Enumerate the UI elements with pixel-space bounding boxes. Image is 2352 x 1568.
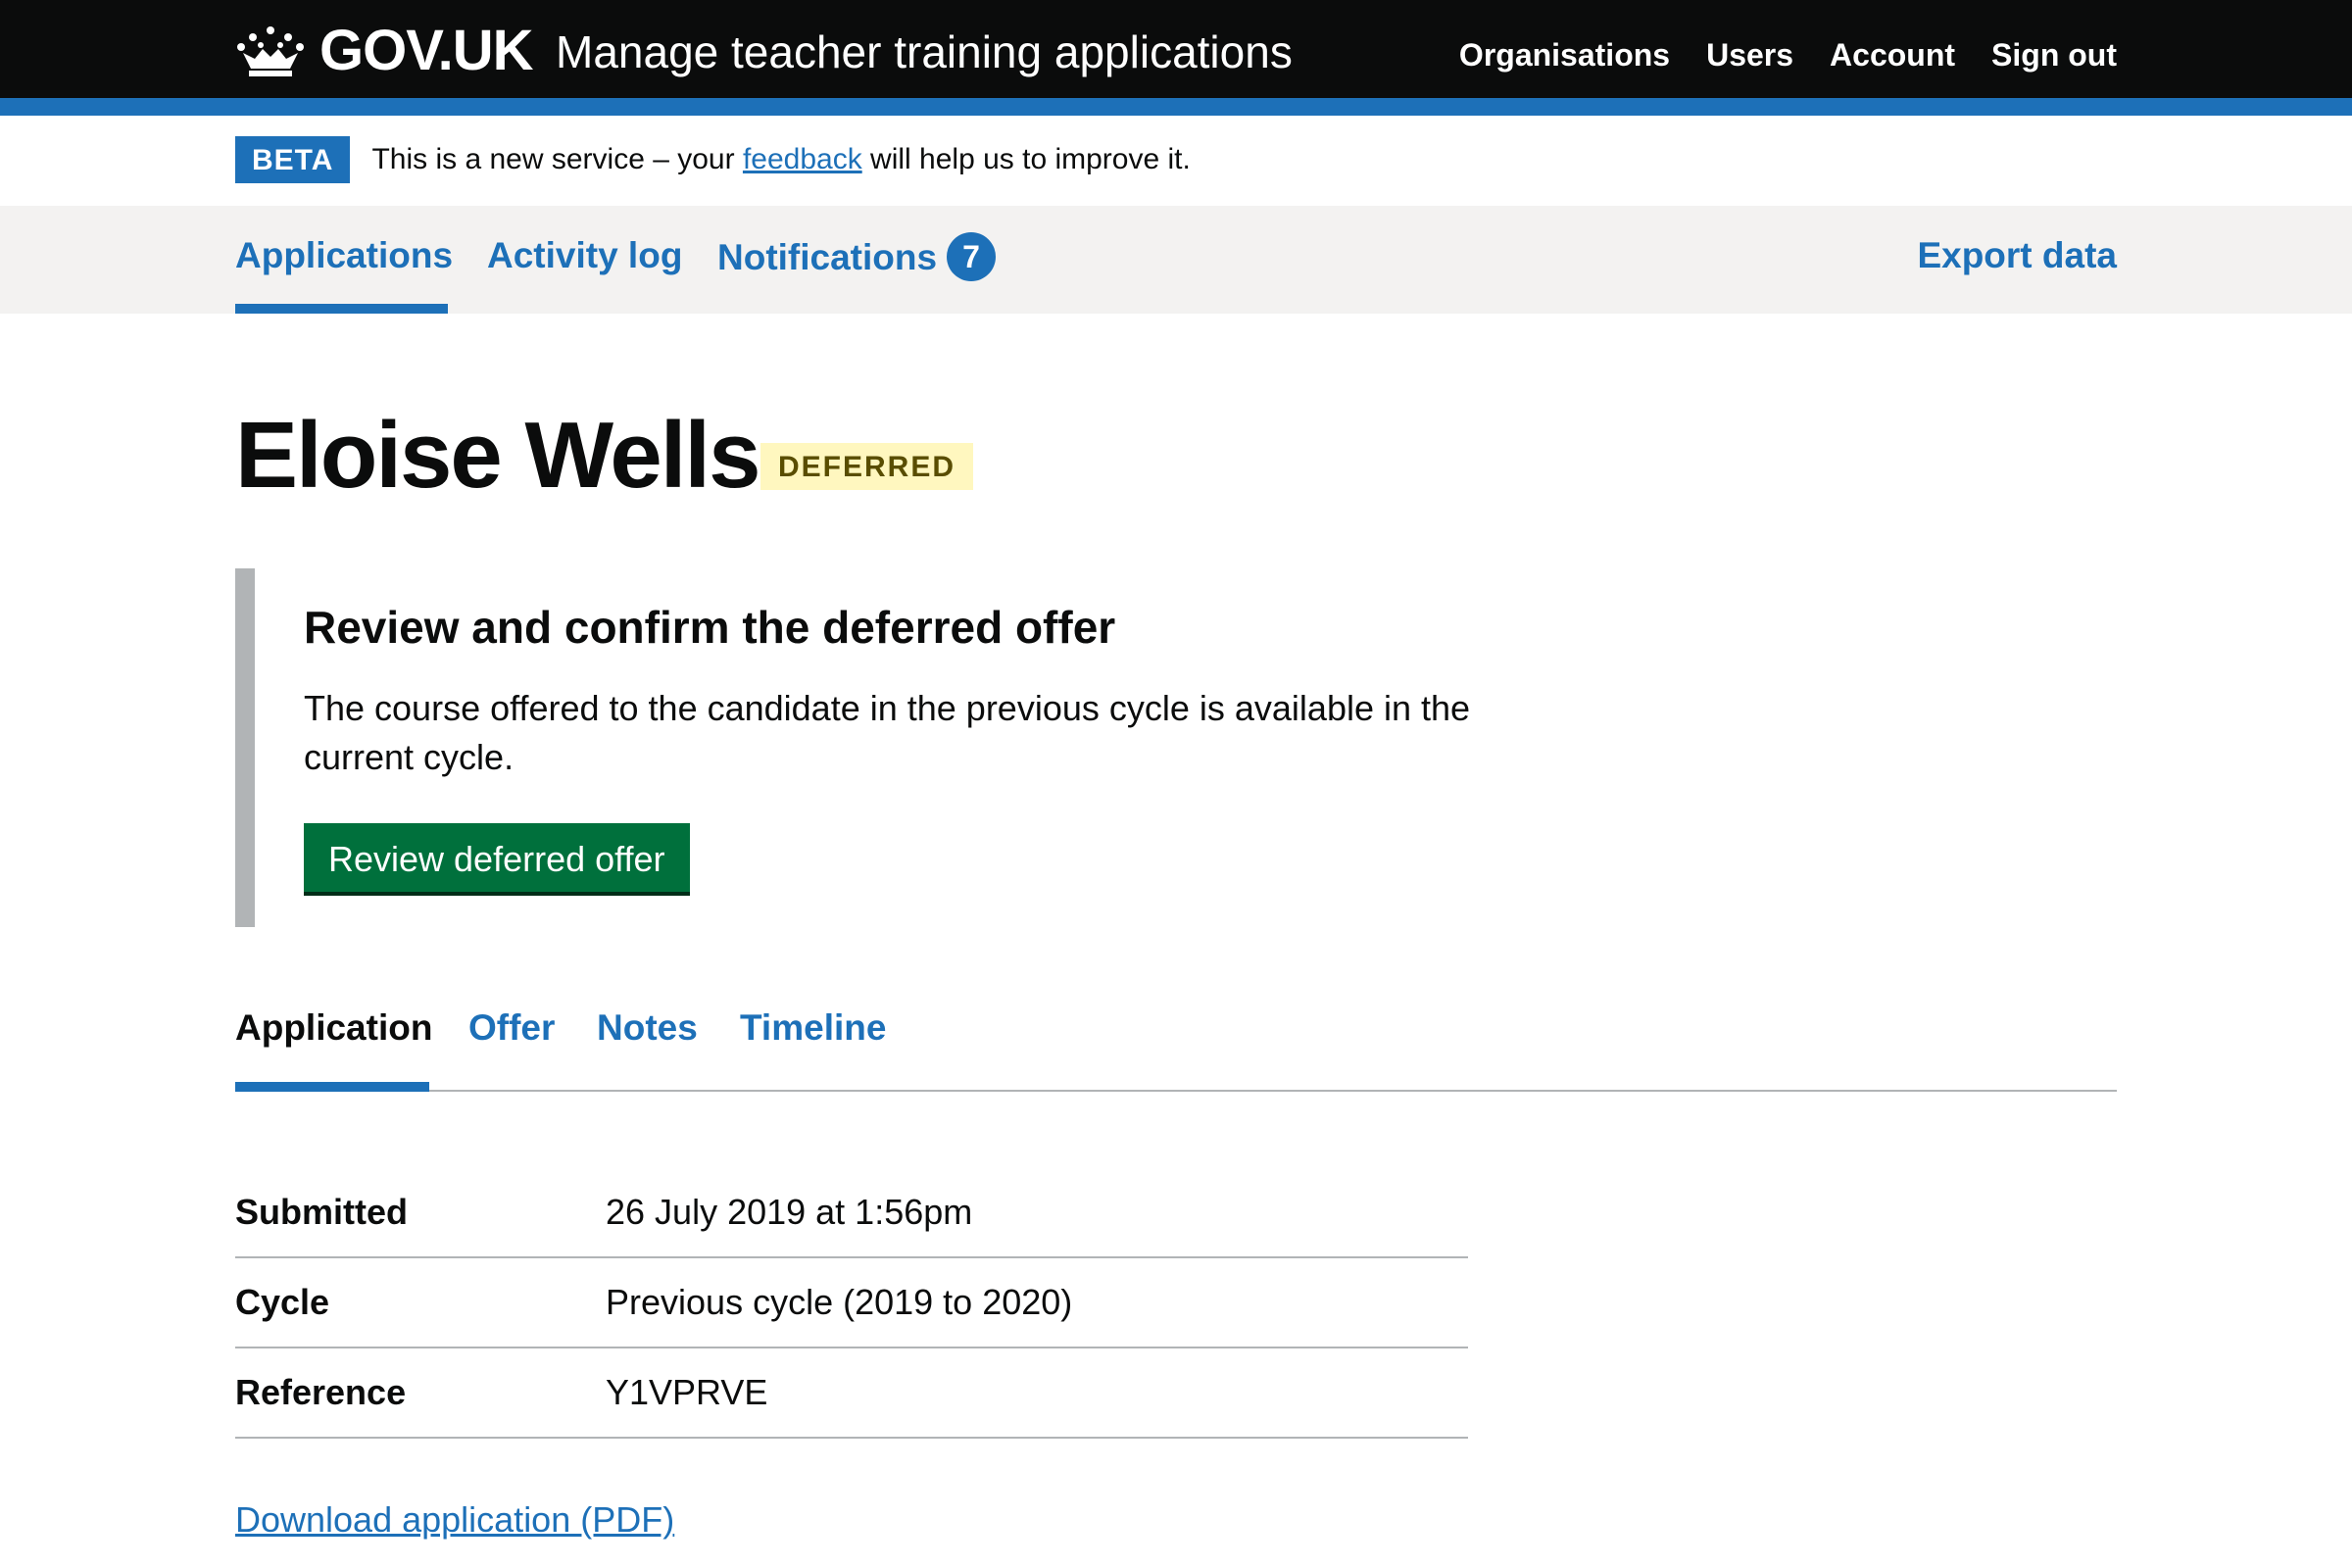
summary-row-cycle: Cycle Previous cycle (2019 to 2020) <box>235 1258 1468 1348</box>
status-badge: DEFERRED <box>760 443 974 490</box>
notification-count-badge: 7 <box>947 232 997 281</box>
inset-body: The course offered to the candidate in t… <box>304 688 1471 777</box>
subnav-applications[interactable]: Applications <box>235 235 453 276</box>
tab-offer[interactable]: Offer <box>468 1007 555 1049</box>
application-summary: Submitted 26 July 2019 at 1:56pm Cycle P… <box>235 1168 1468 1439</box>
application-tabs: Application Offer Notes Timeline <box>235 1007 2117 1092</box>
summary-value: Previous cycle (2019 to 2020) <box>606 1282 1073 1322</box>
subnav-active-indicator <box>235 304 448 314</box>
review-deferred-offer-button[interactable]: Review deferred offer <box>304 823 690 892</box>
phase-text: This is a new service – your feedback wi… <box>371 143 1191 175</box>
nav-users[interactable]: Users <box>1706 37 1793 74</box>
subnav-notifications[interactable]: Notifications 7 <box>717 232 997 284</box>
tab-timeline[interactable]: Timeline <box>740 1007 886 1049</box>
inset-heading: Review and confirm the deferred offer <box>304 602 1116 653</box>
logo-text: GOV.UK <box>319 19 533 82</box>
page-title: Eloise Wells <box>235 403 760 508</box>
nav-sign-out[interactable]: Sign out <box>1991 37 2117 74</box>
header-blue-bar <box>0 98 2352 116</box>
deferred-offer-inset: Review and confirm the deferred offer Th… <box>235 568 1470 927</box>
nav-account[interactable]: Account <box>1830 37 1955 74</box>
tab-notes[interactable]: Notes <box>597 1007 698 1049</box>
download-pdf-link[interactable]: Download application (PDF) <box>235 1499 674 1541</box>
summary-row-submitted: Submitted 26 July 2019 at 1:56pm <box>235 1168 1468 1258</box>
beta-tag: BETA <box>235 136 351 183</box>
summary-key: Reference <box>235 1372 407 1412</box>
tab-active-indicator <box>235 1082 429 1092</box>
export-data-link[interactable]: Export data <box>1917 235 2117 276</box>
phase-banner: BETA This is a new service – your feedba… <box>235 136 1191 183</box>
summary-value: 26 July 2019 at 1:56pm <box>606 1192 973 1232</box>
summary-value: Y1VPRVE <box>606 1372 768 1412</box>
notifications-label: Notifications <box>717 236 938 277</box>
summary-key: Cycle <box>235 1282 330 1322</box>
feedback-link[interactable]: feedback <box>743 143 862 175</box>
site-header: GOV.UK Manage teacher training applicati… <box>0 0 2352 98</box>
tab-application[interactable]: Application <box>235 1007 432 1049</box>
primary-navigation: Applications Activity log Notifications 7… <box>0 206 2352 314</box>
summary-key: Submitted <box>235 1192 408 1232</box>
service-name[interactable]: Manage teacher training applications <box>556 25 1293 78</box>
subnav-activity-log[interactable]: Activity log <box>487 235 682 276</box>
nav-organisations[interactable]: Organisations <box>1459 37 1670 74</box>
header-nav: Organisations Users Account Sign out <box>1459 37 2117 74</box>
govuk-logo[interactable]: GOV.UK <box>235 18 533 83</box>
crown-icon <box>237 25 304 76</box>
summary-row-reference: Reference Y1VPRVE <box>235 1348 1468 1439</box>
